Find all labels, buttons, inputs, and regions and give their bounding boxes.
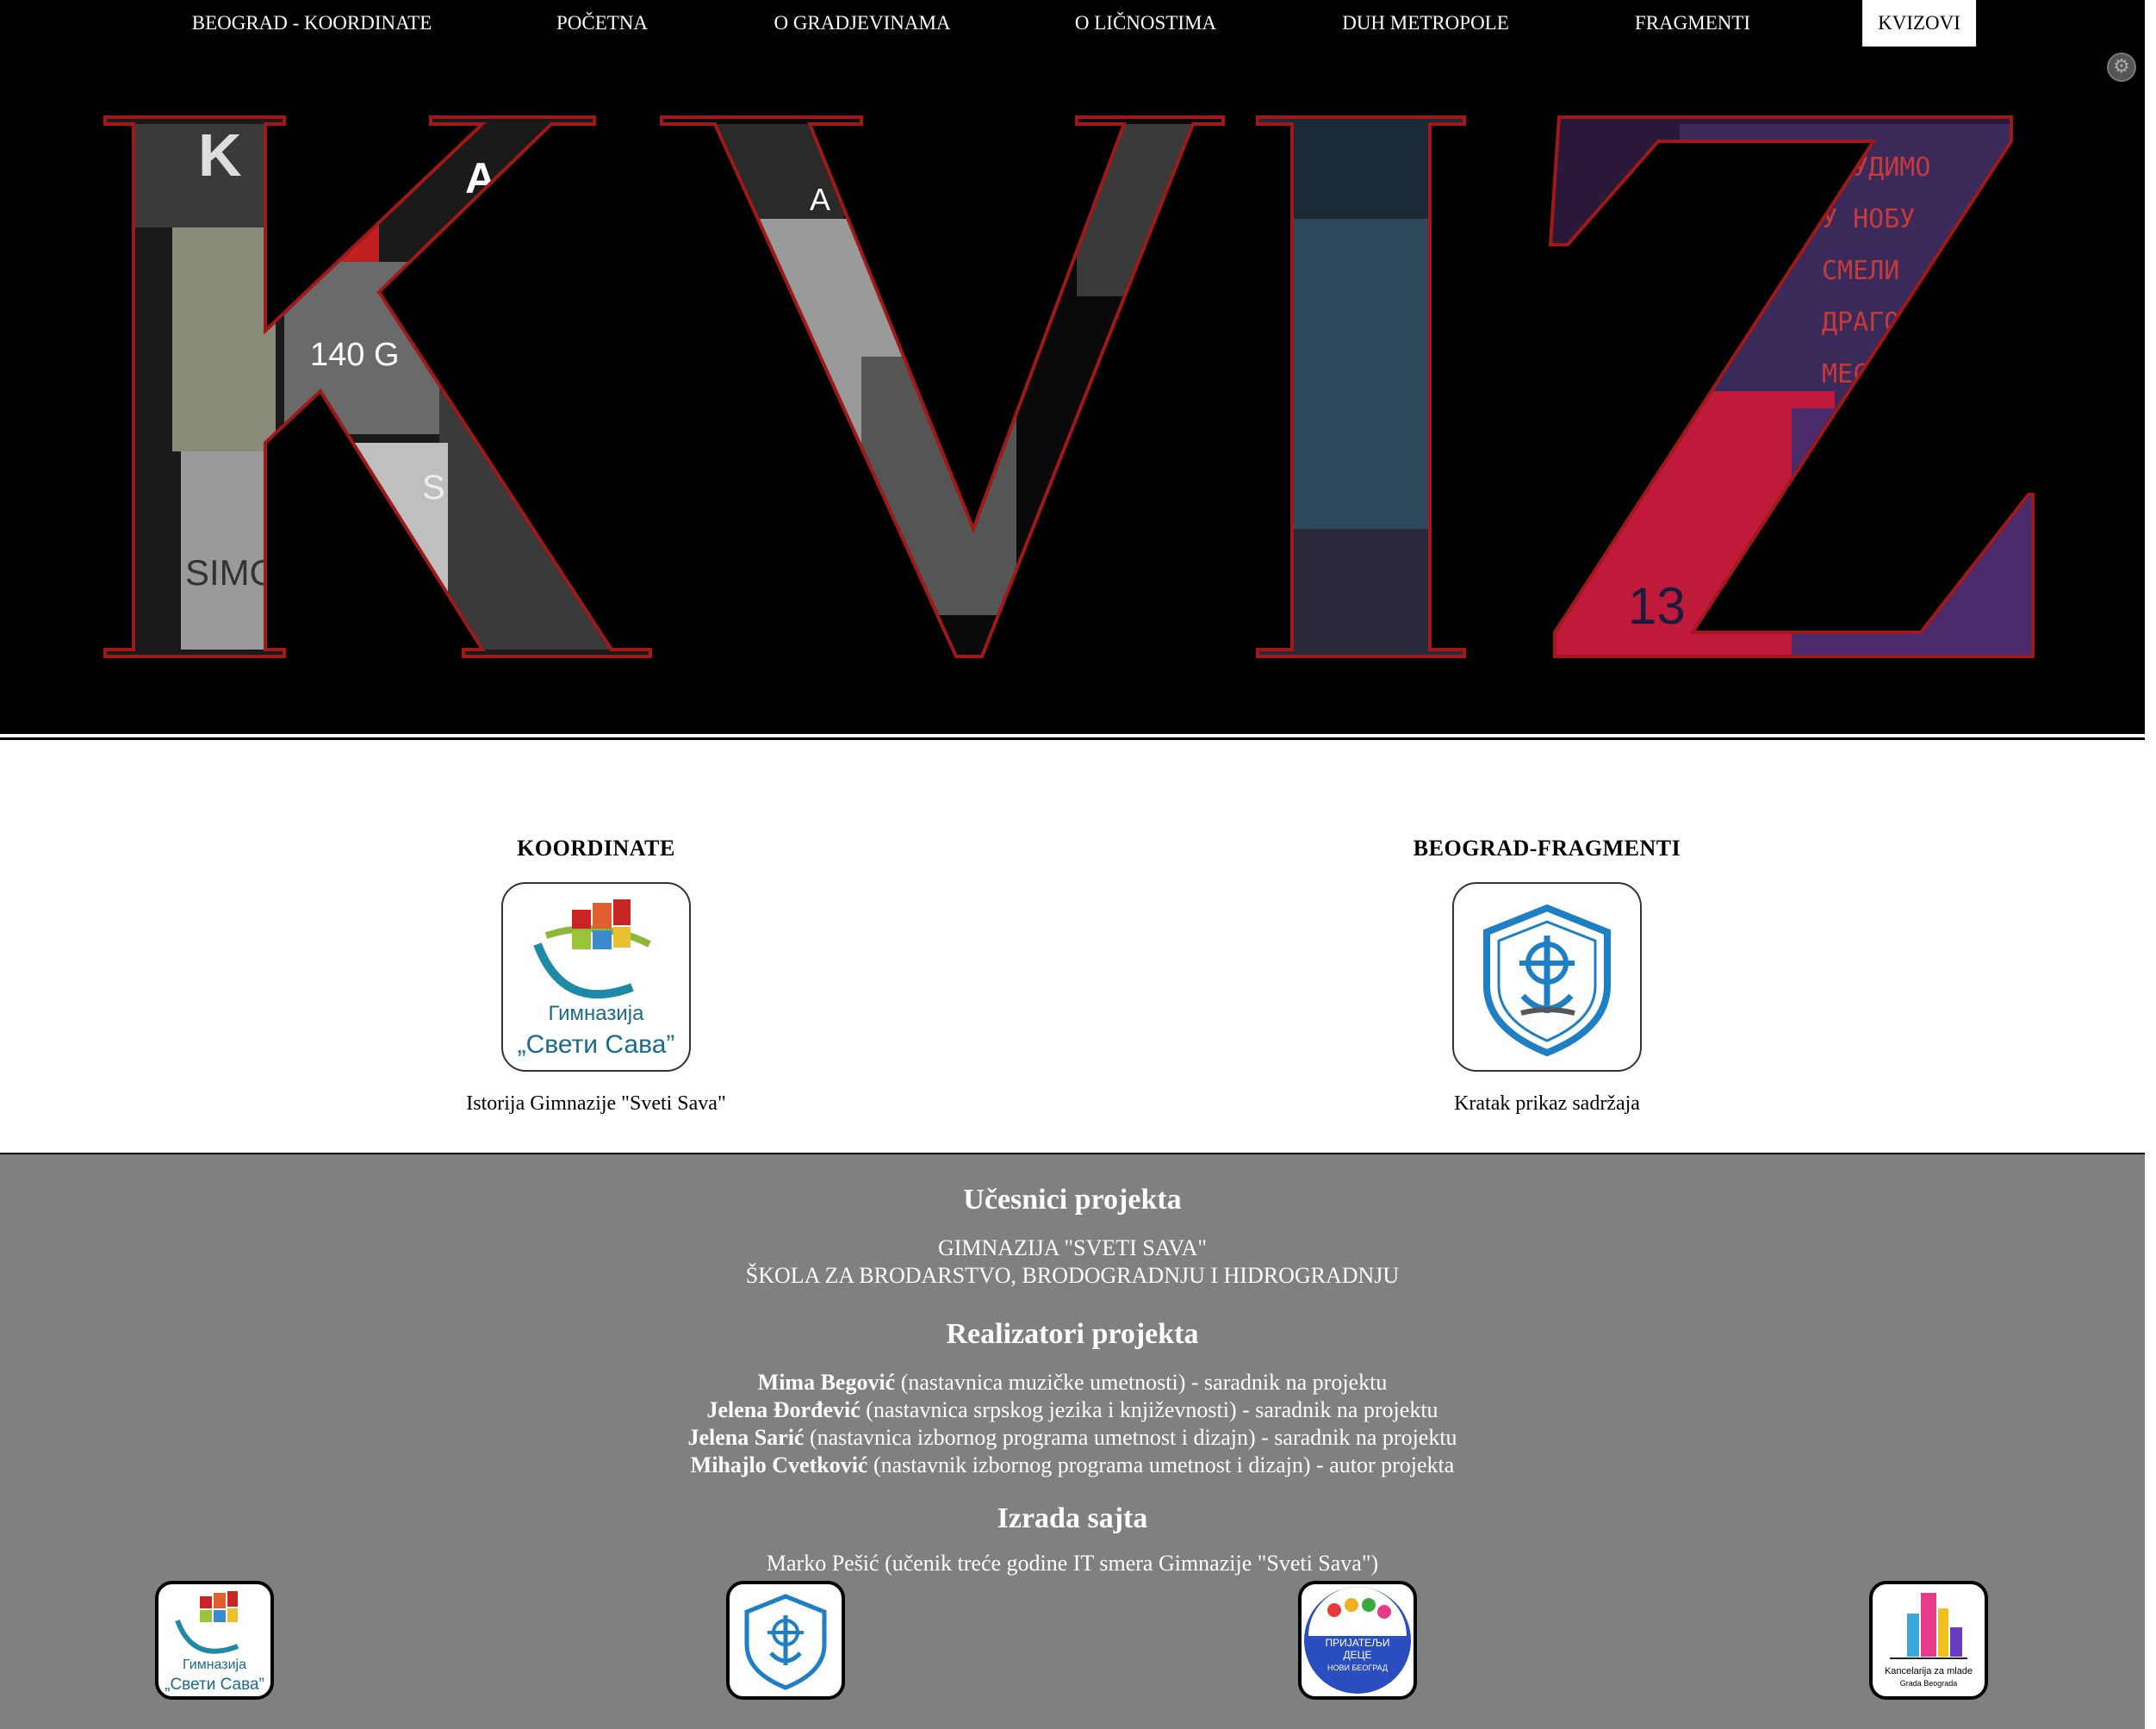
- realizer-role: (nastavnica muzičke umetnosti) - saradni…: [900, 1370, 1388, 1395]
- realizer-item: Mima Begović (nastavnica muzičke umetnos…: [0, 1370, 2145, 1396]
- participant-item: ŠKOLA ZA BRODARSTVO, BRODOGRADNJU I HIDR…: [745, 1263, 1400, 1288]
- brodarska-footer-logo[interactable]: [726, 1581, 845, 1700]
- nav-pocetna[interactable]: POČETNA: [556, 0, 648, 47]
- kviz-collage-image: K A 140 G S SIMO A ОБУДИМО У НОБУ СМЕЛИ …: [103, 115, 2035, 658]
- anchor-shield-icon: [744, 1594, 827, 1690]
- realizer-role: (nastavnica izbornog programa umetnost i…: [809, 1425, 1457, 1450]
- card-heading: BEOGRAD-FRAGMENTI: [1413, 836, 1681, 861]
- logo-text: ДЕЦЕ: [1343, 1649, 1371, 1661]
- nav-fragmenti[interactable]: FRAGMENTI: [1635, 0, 1750, 47]
- settings-gear-icon[interactable]: ⚙: [2107, 53, 2136, 82]
- nav-duh-metropole[interactable]: DUH METROPOLE: [1342, 0, 1509, 47]
- gimnazija-footer-logo[interactable]: Гимназија „Свети Сава”: [155, 1581, 274, 1700]
- realizer-role: (nastavnik izbornog programa umetnost i …: [873, 1452, 1455, 1477]
- gimnazija-logo-icon: Гимназија „Свети Сава”: [518, 899, 675, 1059]
- site-title: Izrada sajta: [997, 1502, 1148, 1534]
- logo-text: Kancelarija za mlade: [1885, 1666, 1973, 1676]
- realizer-role: (nastavnica srpskog jezika i književnost…: [866, 1397, 1438, 1422]
- participants-title: Učesnici projekta: [963, 1184, 1182, 1216]
- card-caption[interactable]: Kratak prikaz sadržaja: [1289, 1092, 1805, 1116]
- collage-text: ОБУДИМО: [1822, 152, 1930, 183]
- logo-text: НОВИ БЕОГРАД: [1327, 1664, 1388, 1672]
- participant-item: GIMNAZIJA "SVETI SAVA": [937, 1235, 1208, 1260]
- collage-text: СМЕЛИ: [1822, 256, 1899, 286]
- gimnazija-logo-icon: Гимназија „Свети Сава”: [165, 1591, 264, 1694]
- collage-text: S: [422, 469, 445, 507]
- prijatelji-dece-footer-logo[interactable]: ПРИЈАТЕЉИ ДЕЦЕ НОВИ БЕОГРАД: [1298, 1581, 1417, 1700]
- logo-text: Гимназија: [183, 1657, 246, 1672]
- collage-text: A: [810, 182, 830, 217]
- logo-text: ПРИЈАТЕЉИ: [1326, 1637, 1390, 1649]
- logo-text: „Свети Сава”: [165, 1676, 264, 1694]
- kancelarija-logo-icon: Kancelarija za mlade Grada Beograda: [1885, 1593, 1973, 1688]
- card-koordinate: KOORDINATE Гимназија „Свети Сава” Istori…: [338, 836, 854, 1116]
- collage-text: У НОБУ: [1822, 204, 1915, 234]
- realizer-name: Mihajlo Cvetković: [690, 1452, 868, 1477]
- nav-beograd-koordinate[interactable]: BEOGRAD - KOORDINATE: [192, 0, 432, 47]
- nav-kvizovi[interactable]: KVIZOVI: [1862, 0, 1976, 47]
- card-beograd-fragmenti: BEOGRAD-FRAGMENTI Kratak prikaz sadržaja: [1289, 836, 1805, 1116]
- anchor-shield-icon: [1483, 904, 1611, 1057]
- collage-text: 13: [1628, 577, 1686, 635]
- realizer-name: Mima Begović: [757, 1370, 896, 1395]
- top-navigation: BEOGRAD - KOORDINATE POČETNA O GRADJEVIN…: [0, 0, 2145, 47]
- card-caption[interactable]: Istorija Gimnazije "Sveti Sava": [338, 1092, 854, 1116]
- brodarska-logo-link[interactable]: [1452, 882, 1642, 1072]
- realizer-item: Mihajlo Cvetković (nastavnik izbornog pr…: [0, 1452, 2145, 1478]
- divider: [0, 737, 2145, 740]
- collage-text: 140 G: [310, 337, 400, 373]
- logo-text: Grada Beograda: [1900, 1679, 1958, 1688]
- realizer-name: Jelena Sarić: [687, 1425, 805, 1450]
- prijatelji-dece-logo-icon: ПРИЈАТЕЉИ ДЕЦЕ НОВИ БЕОГРАД: [1304, 1587, 1411, 1694]
- realizer-item: Jelena Sarić (nastavnica izbornog progra…: [0, 1425, 2145, 1451]
- nav-o-gradjevinama[interactable]: O GRADJEVINAMA: [774, 0, 950, 47]
- kancelarija-footer-logo[interactable]: Kancelarija za mlade Grada Beograda: [1869, 1581, 1988, 1700]
- hero-banner: K A 140 G S SIMO A ОБУДИМО У НОБУ СМЕЛИ …: [0, 47, 2145, 734]
- footer: Učesnici projekta GIMNAZIJA "SVETI SAVA"…: [0, 1154, 2145, 1729]
- realizer-item: Jelena Đorđević (nastavnica srpskog jezi…: [0, 1397, 2145, 1423]
- realizer-name: Jelena Đorđević: [706, 1397, 861, 1422]
- collage-text: K: [198, 121, 242, 189]
- realizers-title: Realizatori projekta: [946, 1318, 1199, 1350]
- card-heading: KOORDINATE: [517, 836, 675, 861]
- nav-o-licnostima[interactable]: O LIČNOSTIMA: [1075, 0, 1216, 47]
- site-credit: Marko Pešić (učenik treće godine IT smer…: [766, 1551, 1379, 1576]
- gimnazija-logo-link[interactable]: Гимназија „Свети Сава”: [501, 882, 691, 1072]
- logo-text: Гимназија: [549, 1002, 645, 1025]
- logo-text: „Свети Сава”: [518, 1030, 675, 1059]
